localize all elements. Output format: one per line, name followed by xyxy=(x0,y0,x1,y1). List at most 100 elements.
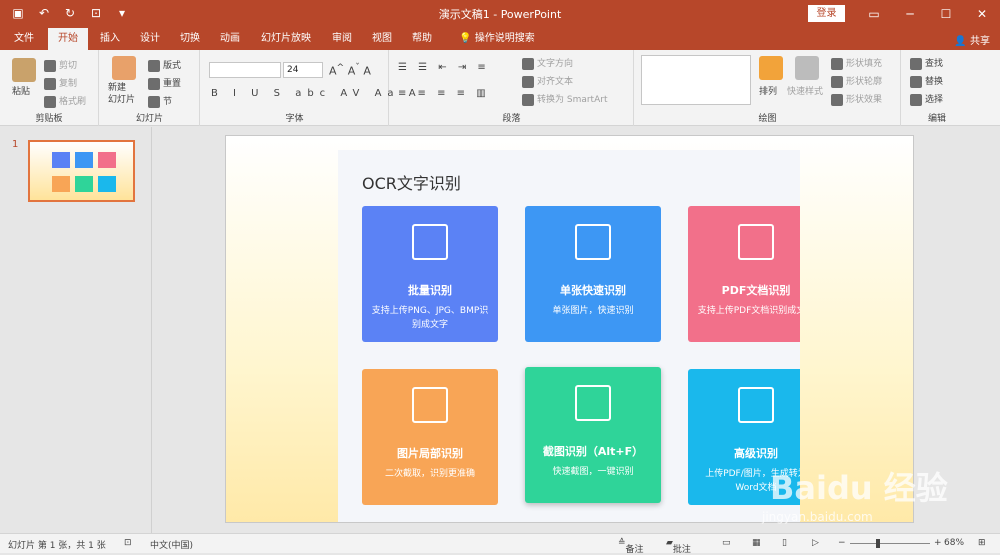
reset-label: 重置 xyxy=(163,79,182,89)
list-buttons[interactable]: ☰ ☰ ⇤ ⇥ ≡ xyxy=(398,62,490,73)
section-icon xyxy=(148,95,160,108)
shapes-gallery[interactable] xyxy=(641,55,751,105)
card-desc: 快速截图，一键识别 xyxy=(552,467,634,477)
smartart-button[interactable]: 转换为 SmartArt xyxy=(522,92,607,106)
ribbon-display-icon[interactable]: ▭ xyxy=(856,0,892,28)
slide-title: OCR文字识别 xyxy=(362,174,461,193)
reset-icon xyxy=(148,77,160,90)
new-slide-icon[interactable] xyxy=(112,56,136,80)
tab-review[interactable]: 审阅 xyxy=(326,28,358,50)
text-direction-button[interactable]: 文字方向 xyxy=(522,56,573,70)
slide-thumbnail[interactable] xyxy=(28,140,135,202)
shape-outline-button[interactable]: 形状轮廓 xyxy=(831,74,882,88)
tab-insert[interactable]: 插入 xyxy=(94,28,126,50)
tab-file[interactable]: 文件 xyxy=(8,28,40,50)
tab-home[interactable]: 开始 xyxy=(48,28,88,50)
brush-icon xyxy=(44,95,56,108)
share-button[interactable]: 👤 共享 xyxy=(954,32,990,47)
align-buttons[interactable]: ≡ ≡ ≡ ≡ ▥ xyxy=(398,88,490,99)
replace-button[interactable]: 替换 xyxy=(910,74,943,88)
font-name-field[interactable] xyxy=(209,62,281,78)
section-button[interactable]: 节 xyxy=(148,94,172,108)
zoom-out-icon[interactable]: − xyxy=(838,538,846,548)
tab-slideshow[interactable]: 幻灯片放映 xyxy=(256,28,316,50)
shape-effects-button[interactable]: 形状效果 xyxy=(831,92,882,106)
quick-styles-button[interactable]: 快速样式 xyxy=(787,84,823,97)
slideshow-view-icon[interactable]: ▷ xyxy=(812,538,819,548)
card-partial-recognition: 图片局部识别 二次截取，识别更准确 xyxy=(362,369,498,505)
accessibility-icon[interactable]: ⊡ xyxy=(124,538,132,548)
zoom-slider[interactable] xyxy=(850,539,930,548)
baidu-watermark: Baidu 经验 xyxy=(770,469,948,507)
arrange-icon[interactable] xyxy=(759,56,783,80)
tell-me-search[interactable]: 💡 操作说明搜索 xyxy=(452,28,542,50)
paragraph-label: 段落 xyxy=(502,114,521,124)
share-label: 共享 xyxy=(970,36,990,47)
login-button[interactable]: 登录 xyxy=(808,5,845,22)
ocr-image[interactable]: OCR文字识别 批量识别 支持上传PNG、JPG、BMP识别成文字 单张快速识别… xyxy=(338,150,800,522)
format-painter-button[interactable]: 格式刷 xyxy=(44,94,86,108)
layout-icon xyxy=(148,59,160,72)
section-label: 节 xyxy=(163,97,173,107)
card-title: 截图识别（Alt+F） xyxy=(542,445,644,458)
tab-design[interactable]: 设计 xyxy=(134,28,166,50)
align-text-icon xyxy=(522,75,534,88)
font-label: 字体 xyxy=(285,114,304,124)
card-desc: 支持上传PDF文档识别成文字 xyxy=(697,306,800,316)
zoom-in-icon[interactable]: + xyxy=(934,538,942,548)
find-button[interactable]: 查找 xyxy=(910,56,943,70)
font-size-field[interactable]: 24 xyxy=(283,62,323,78)
thumb-card xyxy=(52,152,70,168)
copy-button[interactable]: 复制 xyxy=(44,76,77,90)
search-icon xyxy=(910,57,922,70)
tab-view[interactable]: 视图 xyxy=(366,28,398,50)
reading-view-icon[interactable]: ▯ xyxy=(782,538,787,548)
paste-button[interactable]: 粘贴 xyxy=(12,84,30,97)
grow-font-icon[interactable]: A^ Aˇ A xyxy=(329,62,371,78)
language-indicator[interactable]: 中文(中国) xyxy=(150,538,193,551)
select-label: 选择 xyxy=(925,95,944,105)
comments-button[interactable]: ▰ 批注 xyxy=(666,538,691,555)
align-text-button[interactable]: 对齐文本 xyxy=(522,74,573,88)
notes-button[interactable]: ≙ 备注 xyxy=(618,538,644,555)
replace-label: 替换 xyxy=(925,77,944,87)
minimize-icon[interactable]: ─ xyxy=(892,0,928,28)
scissors-icon xyxy=(44,59,56,72)
fit-slide-icon[interactable]: ⊞ xyxy=(978,538,986,548)
arrange-button[interactable]: 排列 xyxy=(759,84,777,97)
text-direction-icon xyxy=(522,57,534,70)
slide-sorter-icon[interactable]: ▦ xyxy=(752,538,761,548)
zoom-level[interactable]: 68% xyxy=(944,538,964,548)
normal-view-icon[interactable]: ▭ xyxy=(722,538,731,548)
thumb-card xyxy=(98,176,116,192)
card-title: 高级识别 xyxy=(734,447,778,460)
layout-button[interactable]: 版式 xyxy=(148,58,181,72)
smartart-icon xyxy=(522,93,534,106)
tab-animations[interactable]: 动画 xyxy=(214,28,246,50)
group-editing: 查找 替换 选择 编辑 xyxy=(902,50,972,126)
slide-thumbnail-panel: 1 xyxy=(0,127,152,533)
find-label: 查找 xyxy=(925,59,944,69)
new-slide-button[interactable]: 新建 幻灯片 xyxy=(108,82,135,106)
close-icon[interactable]: ✕ xyxy=(964,0,1000,28)
tab-transitions[interactable]: 切换 xyxy=(174,28,206,50)
card-title: 单张快速识别 xyxy=(560,284,626,297)
select-button[interactable]: 选择 xyxy=(910,92,943,106)
replace-icon xyxy=(910,75,922,88)
cut-button[interactable]: 剪切 xyxy=(44,58,77,72)
group-clipboard: 粘贴 剪切 复制 格式刷 剪贴板 xyxy=(0,50,99,126)
maximize-icon[interactable]: ☐ xyxy=(928,0,964,28)
person-icon: 👤 xyxy=(954,36,967,47)
shape-fill-label: 形状填充 xyxy=(846,59,883,69)
paste-icon[interactable] xyxy=(12,58,36,82)
card-title: 批量识别 xyxy=(408,284,452,297)
tab-help[interactable]: 帮助 xyxy=(406,28,438,50)
shape-fill-button[interactable]: 形状填充 xyxy=(831,56,882,70)
zoom-slider-thumb[interactable] xyxy=(876,539,880,548)
title-bar: ▣ ↶ ↻ ⊡ ▾ 演示文稿1 - PowerPoint 登录 ▭ ─ ☐ ✕ xyxy=(0,0,1000,28)
slide-count: 幻灯片 第 1 张，共 1 张 xyxy=(8,541,106,551)
quick-styles-icon[interactable] xyxy=(795,56,819,80)
card-desc: 支持上传PNG、JPG、BMP识别成文字 xyxy=(371,306,489,330)
card-batch-recognition: 批量识别 支持上传PNG、JPG、BMP识别成文字 xyxy=(362,206,498,342)
reset-button[interactable]: 重置 xyxy=(148,76,181,90)
